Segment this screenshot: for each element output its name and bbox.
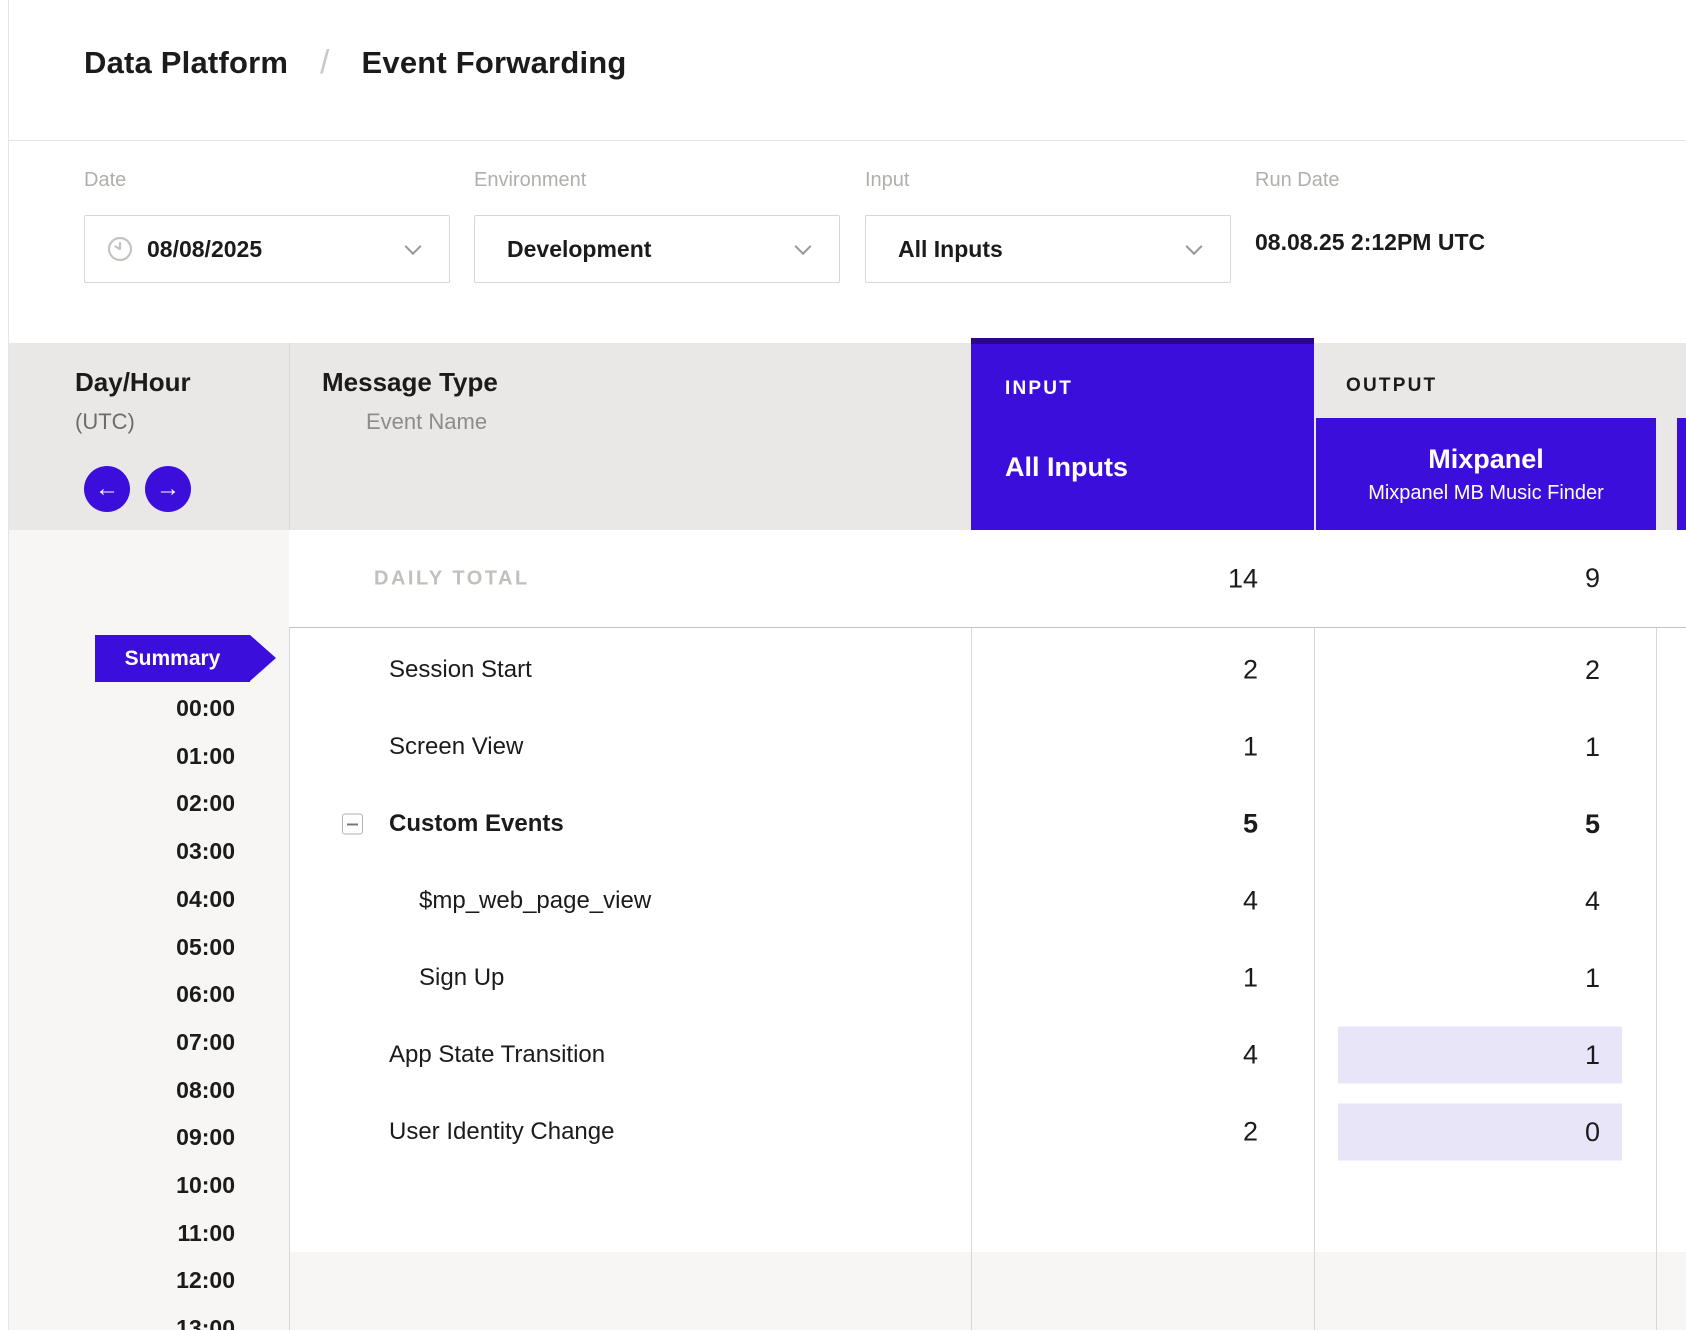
input-dropdown[interactable]: All Inputs [865,215,1231,283]
row-label: Session Start [389,656,532,684]
row-output-value: 1 [1585,732,1600,763]
row-input-value: 4 [971,1040,1258,1071]
row-output-cell: 0 [1314,1104,1656,1161]
page-title: Event Forwarding [362,45,627,81]
hour-label[interactable]: 13:00 [9,1313,235,1330]
next-output-column-partial [1677,418,1686,530]
daily-total-row: DAILY TOTAL 14 9 [289,530,1686,628]
filter-bar: Date 08/08/2025 Environment Development … [9,141,1686,343]
hour-label[interactable]: 10:00 [9,1170,235,1200]
table-footer-band [289,1252,1686,1330]
row-label: App State Transition [389,1041,605,1069]
row-output-cell: 1 [1314,950,1656,1007]
run-date-label: Run Date [1255,169,1340,192]
output-column-header[interactable]: Mixpanel Mixpanel MB Music Finder [1316,418,1656,530]
input-group-label: INPUT [1005,378,1073,400]
event-name-subheader: Event Name [366,409,487,435]
row-output-cell: 1 [1314,719,1656,776]
output-group-label: OUTPUT [1346,375,1437,397]
daily-total-label: DAILY TOTAL [374,567,530,590]
hour-label[interactable]: 04:00 [9,884,235,914]
row-output-value: 5 [1585,809,1600,840]
table-row: User Identity Change 2 0 [289,1094,1686,1170]
hour-label[interactable]: 08:00 [9,1075,235,1105]
row-input-value: 5 [971,809,1258,840]
daily-total-input-value: 14 [971,563,1258,594]
hour-label[interactable]: 06:00 [9,979,235,1009]
row-output-value: 1 [1585,963,1600,994]
environment-filter-label: Environment [474,169,586,192]
input-value: All Inputs [898,236,1003,263]
row-output-value: 2 [1585,655,1600,686]
hour-label[interactable]: 12:00 [9,1265,235,1295]
hour-label[interactable]: 07:00 [9,1027,235,1057]
input-column-accent-bar [971,338,1314,344]
chevron-down-icon [405,238,422,255]
cell-highlight [1338,1027,1622,1084]
run-date-value: 08.08.25 2:12PM UTC [1255,229,1485,256]
row-input-value: 4 [971,886,1258,917]
table-row: Sign Up 1 1 [289,940,1686,1016]
row-input-value: 2 [971,655,1258,686]
output-column-name: Mixpanel [1428,444,1544,475]
chevron-down-icon [1186,238,1203,255]
input-column-name: All Inputs [1005,452,1128,483]
hours-rail: 00:00 01:00 02:00 03:00 04:00 05:00 06:00 07:00… [9,0,235,1330]
hour-label[interactable]: 01:00 [9,741,235,771]
row-label: User Identity Change [389,1118,614,1146]
row-label: Sign Up [419,964,504,992]
hour-label[interactable]: 11:00 [9,1218,235,1248]
hour-label[interactable]: 03:00 [9,836,235,866]
chevron-down-icon [795,238,812,255]
input-filter-label: Input [865,169,909,192]
table-row: Session Start 2 2 [289,632,1686,708]
row-input-value: 2 [971,1117,1258,1148]
event-forwarding-page: Data Platform / Event Forwarding Date 08… [0,0,1686,1330]
message-type-header: Message Type [322,367,498,398]
table-row: Custom Events 5 5 [289,786,1686,862]
hour-label[interactable]: 05:00 [9,932,235,962]
row-output-value: 4 [1585,886,1600,917]
expander-icon[interactable] [342,814,363,835]
daily-total-output-value: 9 [1585,563,1600,594]
table-row: App State Transition 4 1 [289,1017,1686,1093]
row-label: Custom Events [389,810,564,838]
breadcrumb-bar: Data Platform / Event Forwarding [9,0,1686,141]
hour-label[interactable]: 02:00 [9,788,235,818]
input-column-header[interactable]: INPUT All Inputs [971,338,1314,530]
output-column-subtitle: Mixpanel MB Music Finder [1368,482,1604,505]
row-output-cell: 1 [1314,1027,1656,1084]
row-output-value: 1 [1585,1040,1600,1071]
row-output-cell: 4 [1314,873,1656,930]
table-row: $mp_web_page_view 4 4 [289,863,1686,939]
environment-dropdown[interactable]: Development [474,215,840,283]
breadcrumb-separator: / [320,43,329,81]
row-input-value: 1 [971,732,1258,763]
hour-label[interactable]: 00:00 [9,693,235,723]
row-label: $mp_web_page_view [419,887,651,915]
row-input-value: 1 [971,963,1258,994]
daily-total-output-cell: 9 [1314,550,1656,607]
cell-highlight [1338,1104,1622,1161]
row-output-value: 0 [1585,1117,1600,1148]
row-output-cell: 5 [1314,796,1656,853]
table-row: Screen View 1 1 [289,709,1686,785]
row-output-cell: 2 [1314,642,1656,699]
environment-value: Development [507,236,651,263]
row-label: Screen View [389,733,523,761]
hour-label[interactable]: 09:00 [9,1122,235,1152]
